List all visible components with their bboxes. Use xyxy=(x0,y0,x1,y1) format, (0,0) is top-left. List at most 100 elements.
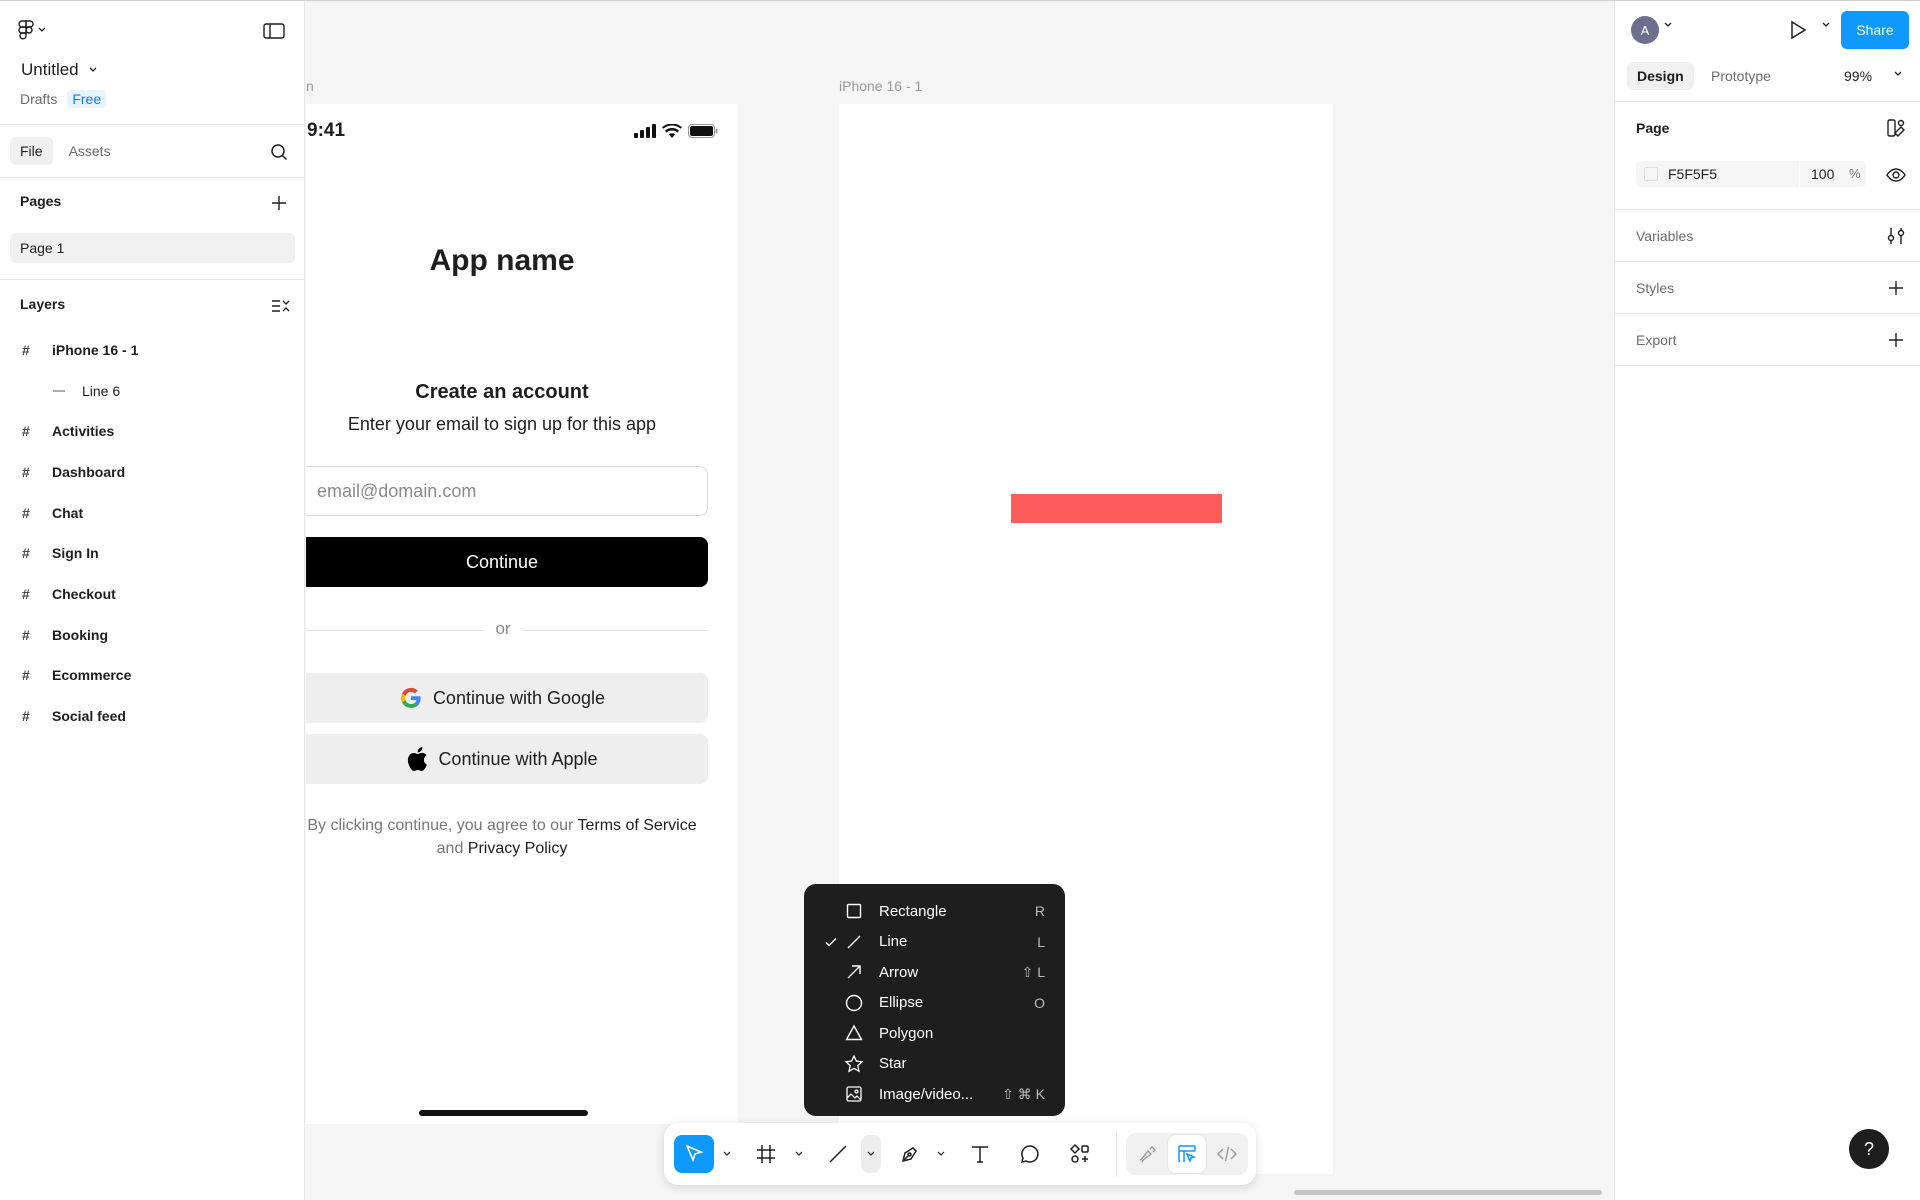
present-play-icon[interactable] xyxy=(1785,18,1809,42)
shape-tool-chevron[interactable] xyxy=(861,1135,881,1173)
menu-item-label: Rectangle xyxy=(879,902,947,920)
layer-label: Ecommerce xyxy=(52,667,132,683)
pen-tool-button[interactable] xyxy=(890,1135,930,1173)
plan-badge[interactable]: Free xyxy=(67,90,107,108)
horizontal-scrollbar[interactable] xyxy=(1294,1190,1602,1195)
status-icons xyxy=(634,124,718,138)
continue-with-apple-button[interactable]: Continue with Apple xyxy=(306,734,708,784)
layer-label: Booking xyxy=(52,627,108,643)
layer-item[interactable]: # Checkout xyxy=(22,583,116,605)
move-tool-button[interactable] xyxy=(674,1135,714,1173)
avatar[interactable]: A xyxy=(1631,16,1659,44)
email-field[interactable] xyxy=(306,466,708,516)
frame-tool-chevron[interactable] xyxy=(792,1135,806,1173)
tab-file[interactable]: File xyxy=(10,137,53,165)
chevron-down-icon[interactable] xyxy=(1822,22,1830,28)
move-tool-chevron[interactable] xyxy=(720,1135,734,1173)
share-button[interactable]: Share xyxy=(1841,11,1909,49)
layer-item[interactable]: # Dashboard xyxy=(22,461,125,483)
design-mode-button[interactable] xyxy=(1168,1135,1206,1173)
file-title-text: Untitled xyxy=(21,60,79,79)
layers-collapse-icon[interactable] xyxy=(268,295,290,317)
add-page-icon[interactable] xyxy=(268,192,290,214)
add-style-icon[interactable] xyxy=(1885,277,1907,299)
draw-mode-button[interactable] xyxy=(1128,1135,1166,1173)
red-rectangle[interactable] xyxy=(1011,494,1222,523)
variables-icon[interactable] xyxy=(1885,225,1907,247)
variables-header[interactable]: Variables xyxy=(1636,228,1693,244)
cellular-icon xyxy=(634,124,656,138)
layer-label: Line 6 xyxy=(82,383,121,399)
chevron-down-icon[interactable] xyxy=(1664,22,1672,28)
terms-of-service-link[interactable]: Terms of Service xyxy=(577,817,696,834)
layer-label: Social feed xyxy=(52,708,126,724)
opacity-value[interactable]: 100 xyxy=(1811,166,1834,182)
apple-button-label: Continue with Apple xyxy=(438,748,598,769)
file-title[interactable]: Untitled xyxy=(21,60,97,80)
menu-item-rectangle[interactable]: Rectangle R xyxy=(804,896,1065,927)
status-time: 9:41 xyxy=(307,120,346,141)
comment-tool-button[interactable] xyxy=(1010,1135,1050,1173)
draw-icon xyxy=(1136,1143,1158,1165)
layer-item[interactable]: Line 6 xyxy=(52,380,120,402)
page-color-field[interactable]: F5F5F5 100 % xyxy=(1636,161,1866,187)
actions-tool-button[interactable] xyxy=(1060,1135,1100,1173)
chevron-down-icon xyxy=(38,27,46,33)
chevron-down-icon xyxy=(937,1151,945,1157)
layer-item[interactable]: # Sign In xyxy=(22,542,99,564)
layer-item[interactable]: # Booking xyxy=(22,624,108,646)
chevron-down-icon xyxy=(723,1151,731,1157)
text-tool-button[interactable] xyxy=(960,1135,1000,1173)
pen-tool-chevron[interactable] xyxy=(934,1135,948,1173)
menu-item-polygon[interactable]: Polygon xyxy=(804,1018,1065,1049)
menu-item-line[interactable]: Line L xyxy=(804,927,1065,958)
frame-label[interactable]: iPhone 16 - 1 xyxy=(839,78,922,94)
signin-frame[interactable]: 9:41 App name Create an account Enter yo… xyxy=(306,104,738,1124)
eye-icon[interactable] xyxy=(1885,164,1907,186)
layer-item[interactable]: # Chat xyxy=(22,502,83,524)
menu-item-star[interactable]: Star xyxy=(804,1049,1065,1080)
divider xyxy=(1799,161,1800,187)
dev-mode-button[interactable] xyxy=(1208,1135,1246,1173)
layer-label: Dashboard xyxy=(52,464,126,480)
menu-item-shortcut: ⇧ ⌘ K xyxy=(1002,1085,1045,1102)
layer-item[interactable]: # Social feed xyxy=(22,705,126,727)
menu-item-ellipse[interactable]: Ellipse O xyxy=(804,988,1065,1019)
layer-item[interactable]: # Ecommerce xyxy=(22,664,131,686)
tab-assets[interactable]: Assets xyxy=(59,137,121,165)
mode-switcher xyxy=(1126,1133,1248,1175)
page-settings-icon[interactable] xyxy=(1885,117,1907,139)
wifi-icon xyxy=(662,124,682,138)
pen-icon xyxy=(899,1143,921,1165)
drafts-link[interactable]: Drafts xyxy=(20,91,57,107)
tab-design[interactable]: Design xyxy=(1627,62,1694,90)
continue-with-google-button[interactable]: Continue with Google xyxy=(306,673,708,723)
chevron-down-icon[interactable] xyxy=(1894,71,1902,77)
layer-item[interactable]: # iPhone 16 - 1 xyxy=(22,339,138,361)
tab-prototype[interactable]: Prototype xyxy=(1709,62,1773,90)
frame-label-partial[interactable]: n xyxy=(306,78,314,94)
privacy-policy-link[interactable]: Privacy Policy xyxy=(468,840,568,857)
continue-button[interactable]: Continue xyxy=(306,537,708,587)
layer-item[interactable]: # Activities xyxy=(22,420,114,442)
menu-item-image-video[interactable]: Image/video... ⇧ ⌘ K xyxy=(804,1079,1065,1110)
line-tool-button[interactable] xyxy=(818,1135,858,1173)
figma-logo-icon xyxy=(18,20,34,40)
add-export-icon[interactable] xyxy=(1885,329,1907,351)
color-swatch[interactable] xyxy=(1644,167,1658,181)
frame-tool-button[interactable] xyxy=(746,1135,786,1173)
divider xyxy=(1615,365,1920,366)
divider-text: or xyxy=(495,619,511,638)
rectangle-icon xyxy=(844,901,864,921)
sidebar-toggle-icon[interactable] xyxy=(262,19,286,43)
menu-item-shortcut: ⇧ L xyxy=(1021,963,1045,980)
main-menu-button[interactable] xyxy=(18,18,58,42)
create-account-subheading: Enter your email to sign up for this app xyxy=(347,414,657,434)
color-hex-value[interactable]: F5F5F5 xyxy=(1668,166,1717,182)
help-button[interactable]: ? xyxy=(1849,1129,1889,1169)
search-icon[interactable] xyxy=(268,141,290,163)
menu-item-arrow[interactable]: Arrow ⇧ L xyxy=(804,957,1065,988)
page-item[interactable]: Page 1 xyxy=(10,233,295,263)
zoom-level[interactable]: 99% xyxy=(1844,68,1872,84)
divider xyxy=(0,124,304,125)
